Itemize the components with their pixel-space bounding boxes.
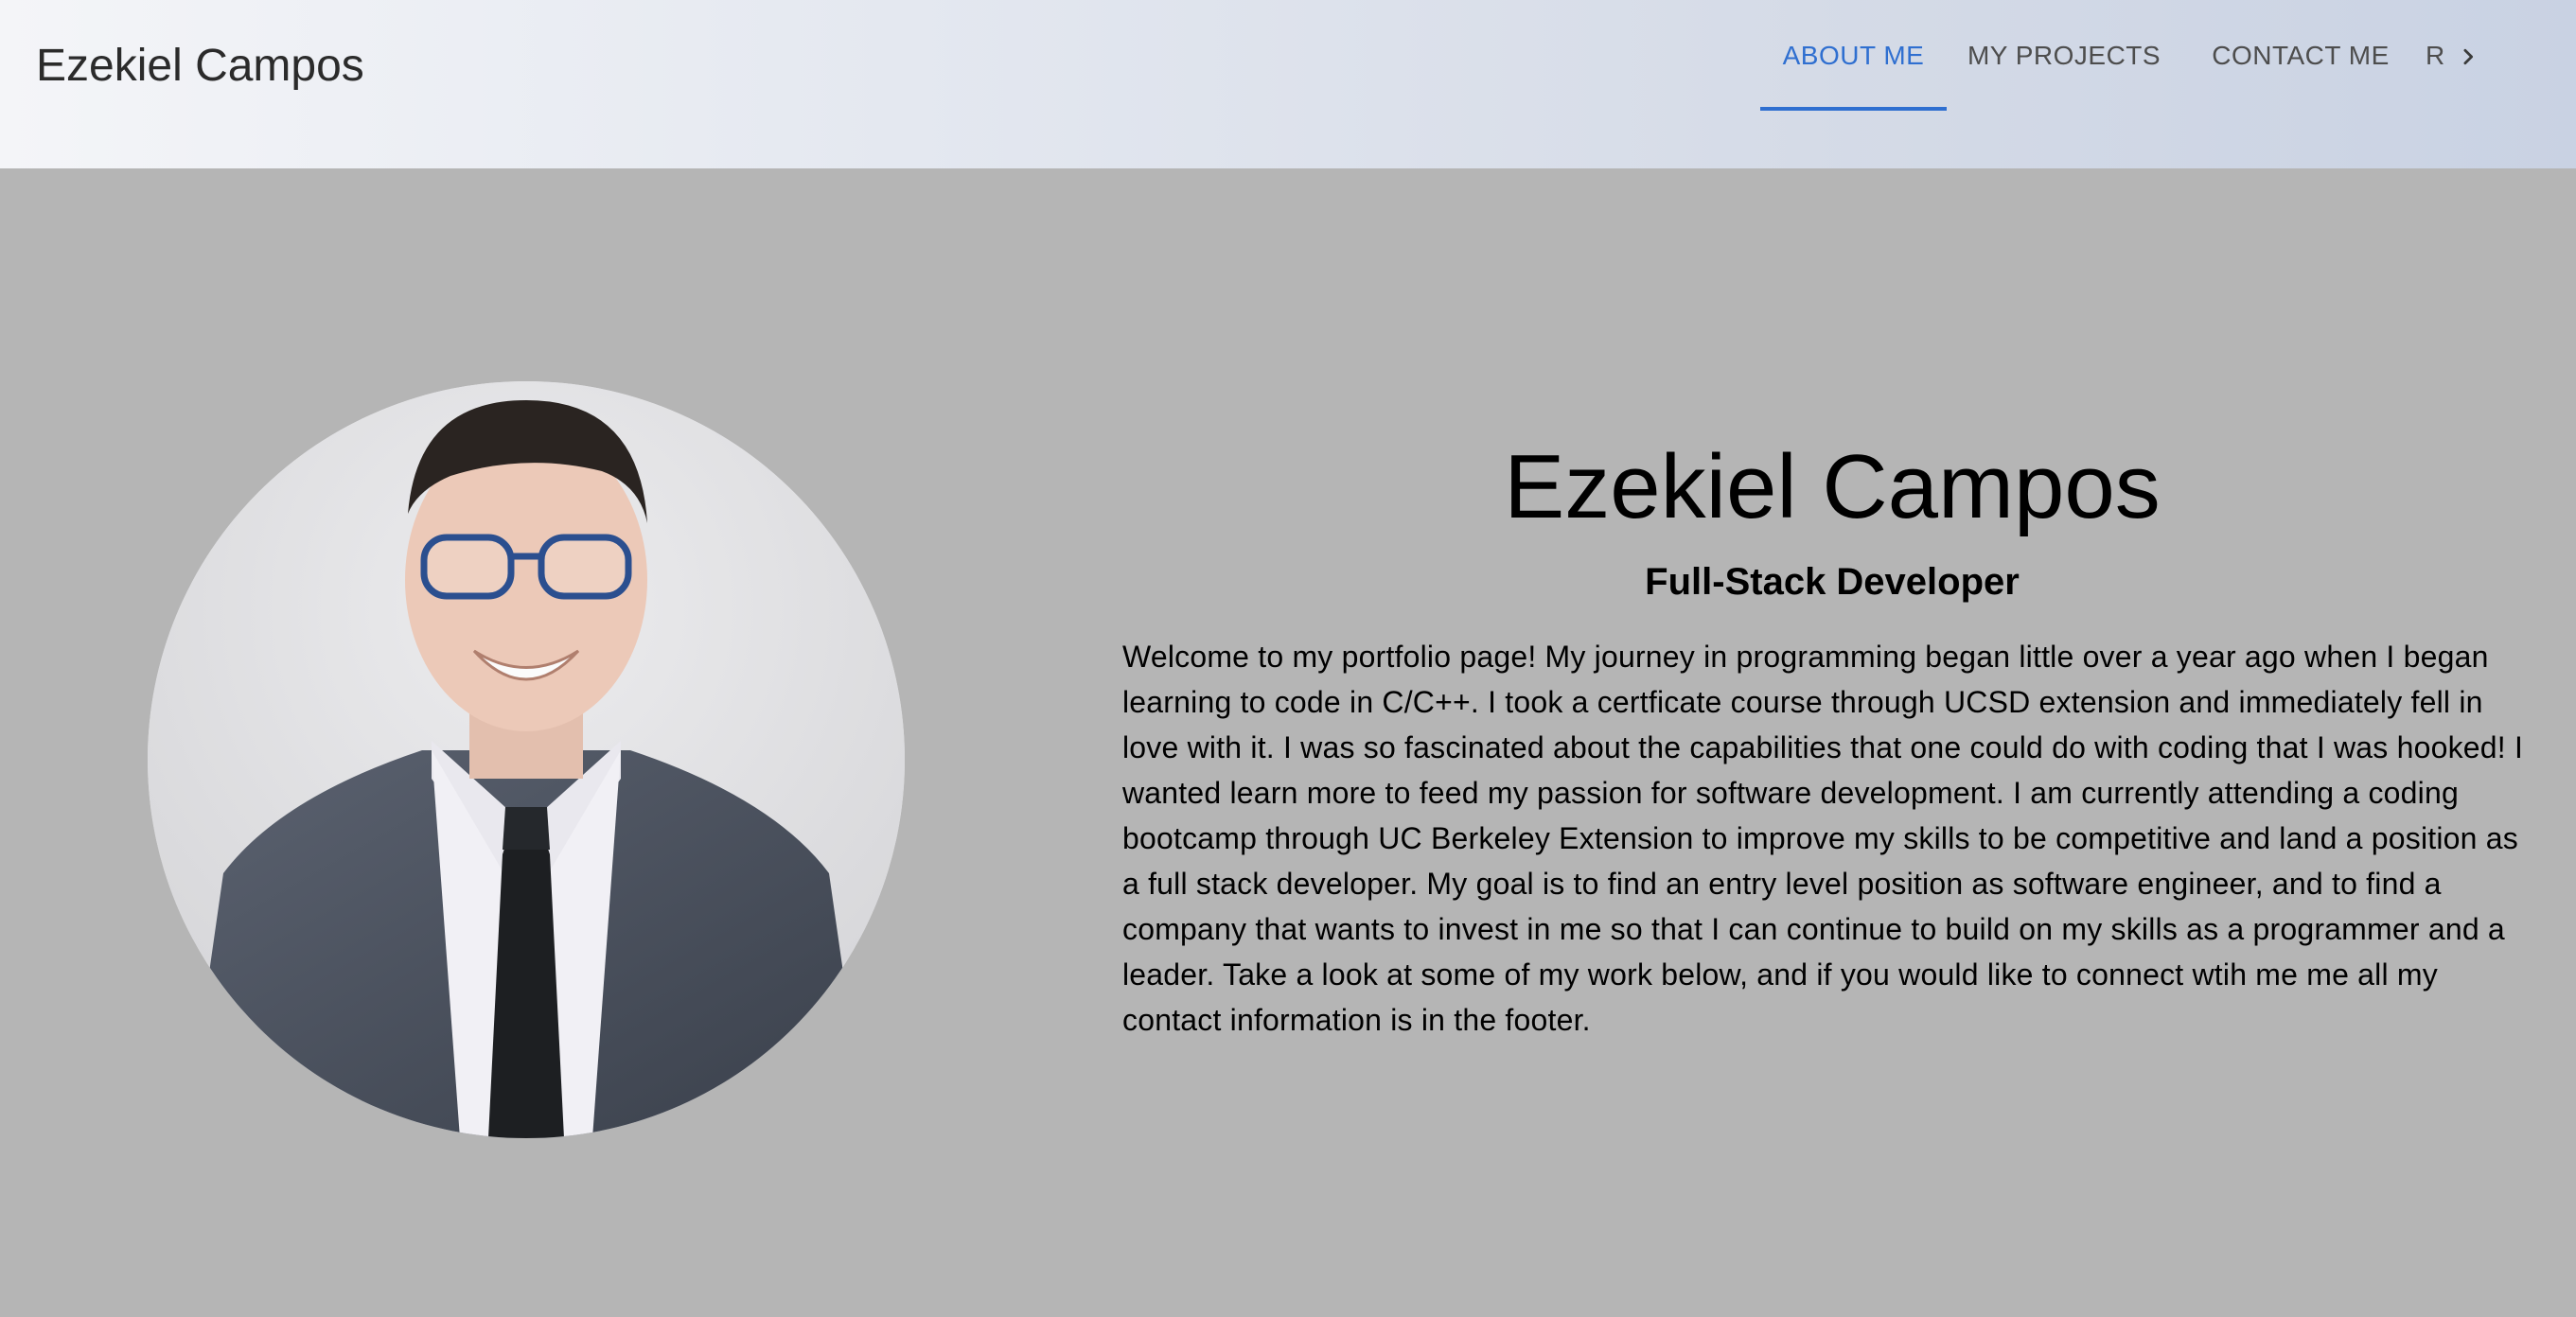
tab-my-projects[interactable]: MY PROJECTS [1962,0,2166,112]
profile-bio: Welcome to my portfolio page! My journey… [1122,640,2524,1037]
tab-resume[interactable]: RESUME [2426,0,2446,112]
tab-about-me[interactable]: ABOUT ME [1760,0,1947,112]
app-bar: Ezekiel Campos ABOUT ME MY PROJECTS CONT… [0,0,2576,168]
profile-name: Ezekiel Campos [1504,436,2161,537]
active-tab-indicator [1760,107,1947,111]
profile-role: Full-Stack Developer [1645,561,2020,603]
tabs-scroll-right-button[interactable] [2449,38,2487,76]
nav-tabs: ABOUT ME MY PROJECTS CONTACT ME RESUME [1760,0,2508,168]
tab-contact-me[interactable]: CONTACT ME [2196,0,2406,112]
profile-photo [148,381,905,1138]
chevron-right-icon [2463,48,2474,65]
about-section: Ezekiel Campos Full-Stack Developer Welc… [1122,430,2542,1073]
site-title: Ezekiel Campos [36,41,364,91]
